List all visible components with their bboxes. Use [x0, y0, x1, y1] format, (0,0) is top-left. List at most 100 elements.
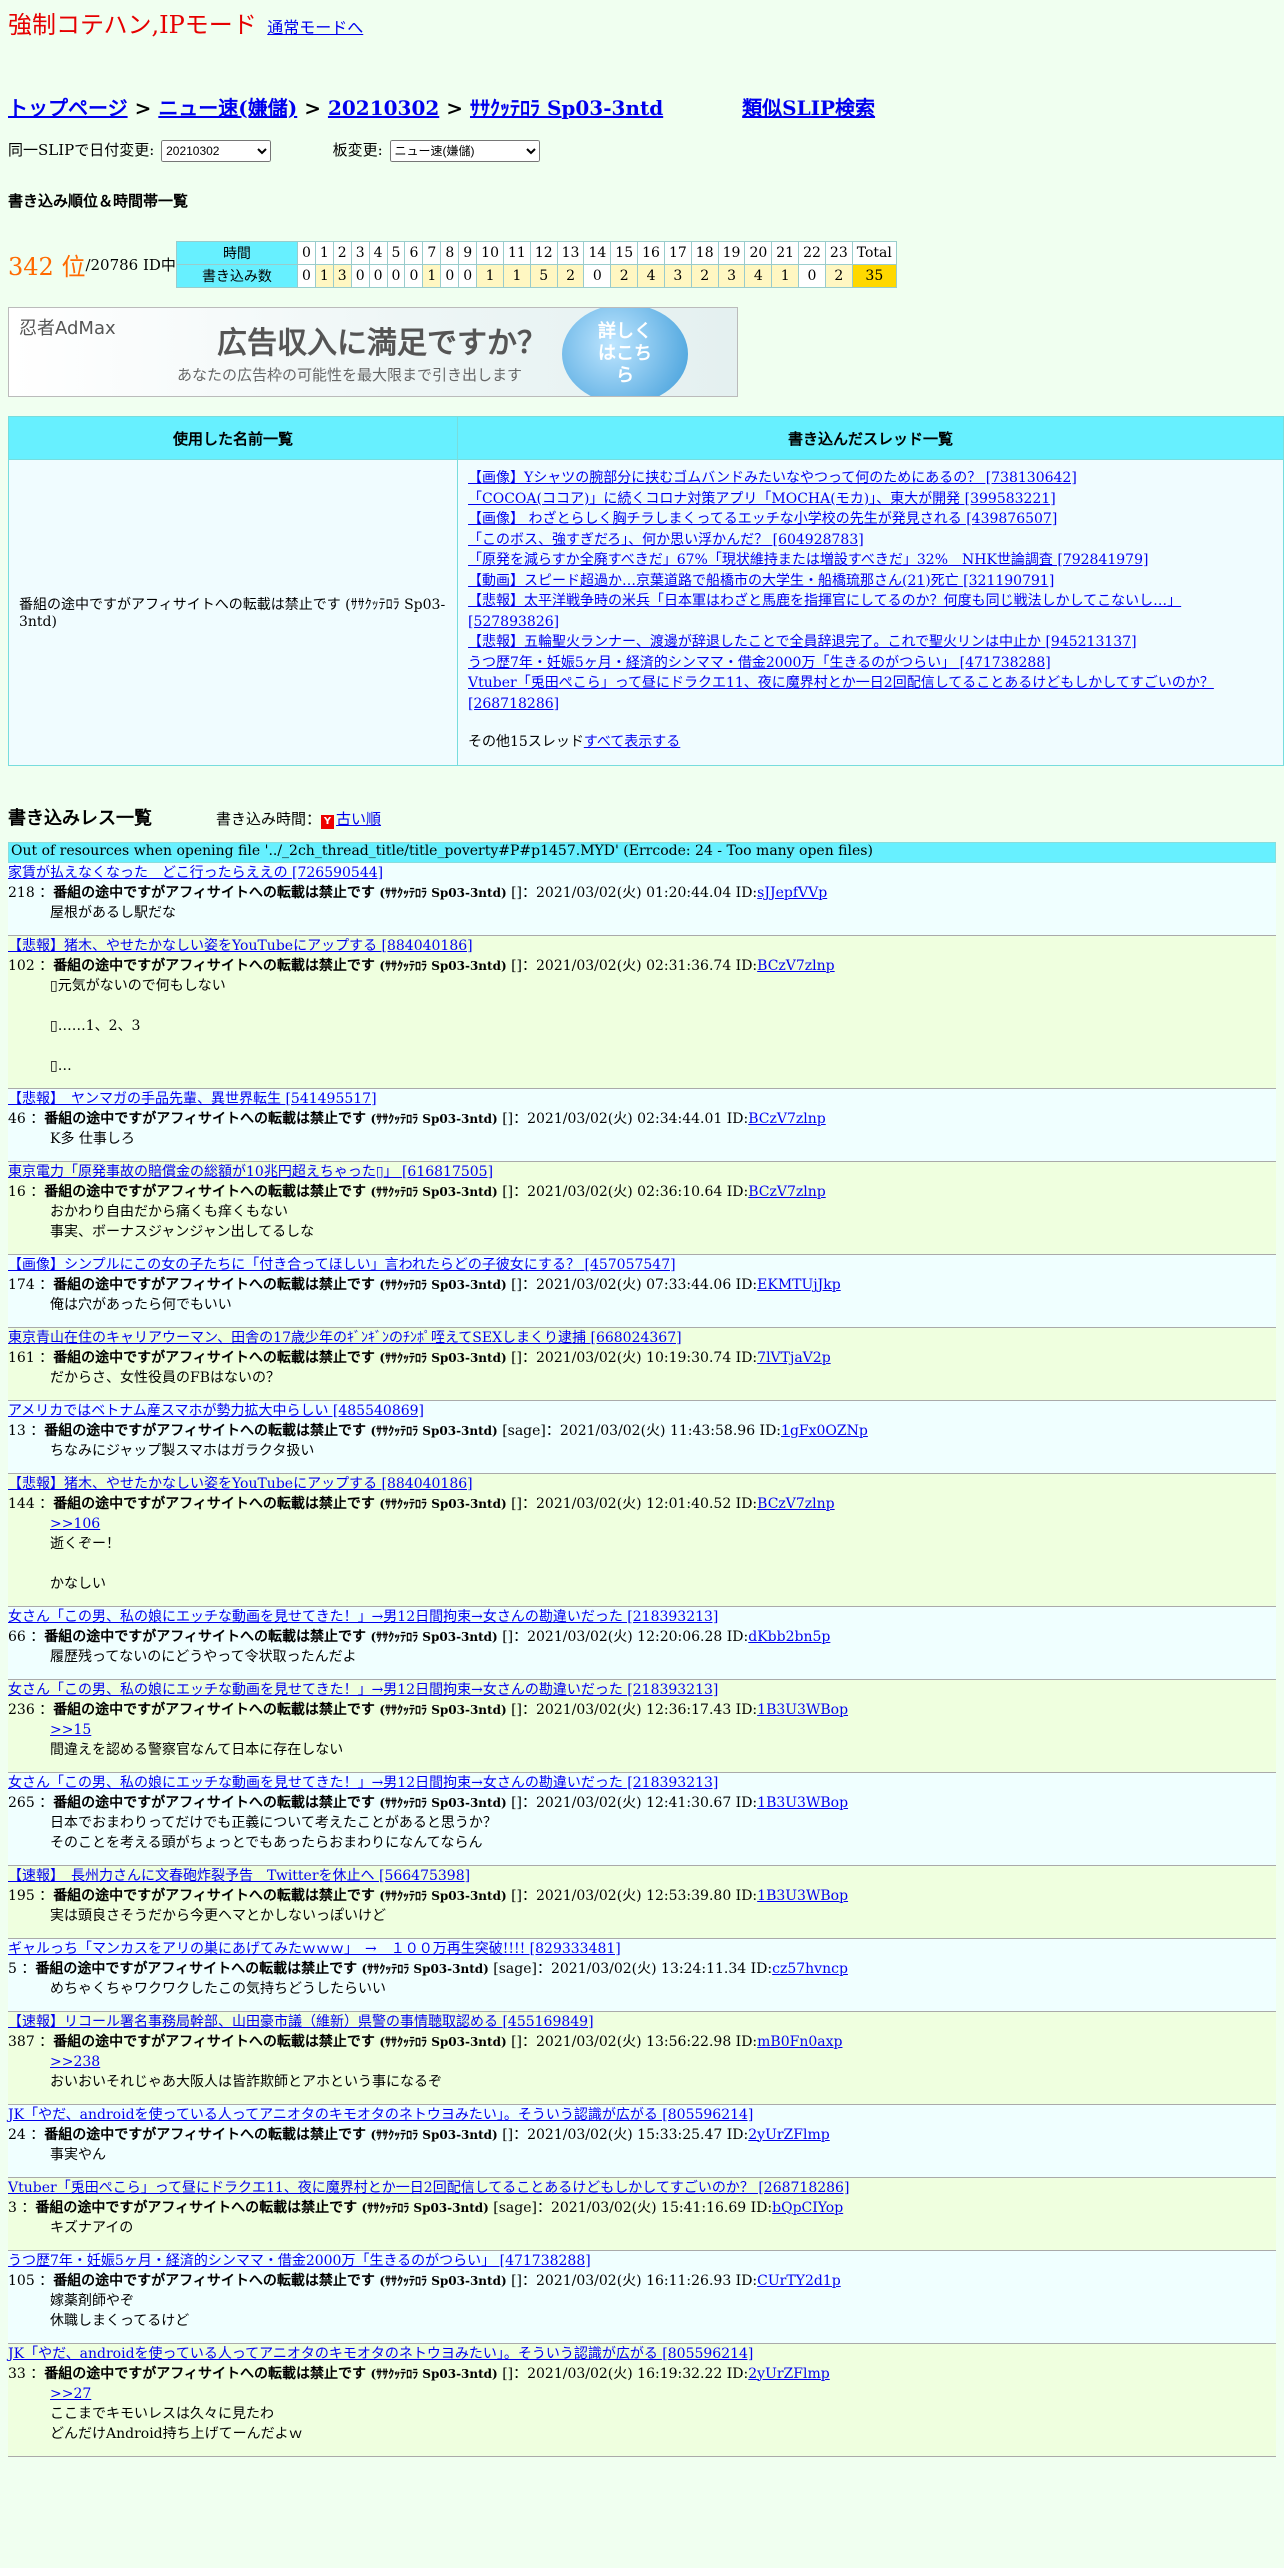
post-body: めちゃくちゃワクワクしたこの気持ちどうしたらいい	[50, 1980, 386, 1997]
post-trip: (ｻｻｸｯﾃﾛﾗ Sp03-3ntd)	[379, 958, 507, 973]
count-cell: 2	[824, 264, 853, 288]
post-thread-link[interactable]: 女さん「この男、私の娘にエッチな動画を見せてきた！」→男12日間拘束→女さんの勘…	[8, 1773, 1276, 1793]
post-thread-link[interactable]: Vtuber「兎田ぺこら」って昼にドラクエ11、夜に魔界村とか一日2回配信してる…	[8, 2178, 1276, 2198]
post-id-link[interactable]: EKMTUjJkp	[757, 1277, 841, 1293]
post-id-link[interactable]: BCzV7zlnp	[748, 1111, 826, 1127]
post-id-link[interactable]: cz57hvncp	[772, 1961, 848, 1977]
post-id-link[interactable]: 2yUrZFlmp	[748, 2366, 829, 2382]
post-id-link[interactable]: 2yUrZFlmp	[748, 2127, 829, 2143]
post-thread-link[interactable]: 【悲報】 ヤンマガの手品先輩、異世界転生 [541495517]	[8, 1089, 1276, 1109]
breadcrumb-board[interactable]: ニュー速(嫌儲)	[158, 96, 297, 120]
post-anchor-link[interactable]: >>238	[50, 2054, 100, 2070]
post-thread-link[interactable]: アメリカではベトナム産スマホが勢力拡大中らしい [485540869]	[8, 1401, 1276, 1421]
post-thread-link[interactable]: 女さん「この男、私の娘にエッチな動画を見せてきた！」→男12日間拘束→女さんの勘…	[8, 1680, 1276, 1700]
post-number: 102	[8, 957, 35, 974]
post-header: 195 ：番組の途中ですがアフィサイトへの転載は禁止です (ｻｻｸｯﾃﾛﾗ Sp…	[8, 1887, 849, 1904]
post-id-link[interactable]: 1B3U3WBop	[757, 1795, 848, 1811]
post-anchor-link[interactable]: >>27	[50, 2386, 91, 2402]
breadcrumb-slip[interactable]: ｻｻｸｯﾃﾛﾗ Sp03-3ntd	[470, 96, 663, 120]
post-anchor-link[interactable]: >>106	[50, 1516, 100, 1532]
count-cell: 1	[502, 264, 531, 288]
hour-cell: 14	[583, 241, 612, 265]
ad-details-button[interactable]: 詳しくはこちら	[562, 308, 688, 396]
hour-cell: 9	[458, 241, 478, 265]
post-thread-link[interactable]: 女さん「この男、私の娘にエッチな動画を見せてきた！」→男12日間拘束→女さんの勘…	[8, 1607, 1276, 1627]
post-body: 屋根があるし駅だな	[50, 904, 176, 921]
count-cell: 1	[476, 264, 504, 288]
post-thread-link[interactable]: 【悲報】猪木、やせたかなしい姿をYouTubeにアップする [884040186…	[8, 1474, 1276, 1494]
hour-cell: 16	[637, 241, 665, 265]
post-body: K多 仕事しろ	[50, 1130, 135, 1147]
post-thread-link[interactable]: JK「やだ、androidを使っている人ってアニオタのキモオタのネトウヨみたい」…	[8, 2105, 1276, 2125]
post-meta: []：2021/03/02(火) 15:33:25.47 ID:	[502, 2126, 749, 2143]
date-select[interactable]: 20210302	[161, 140, 272, 162]
thread-link[interactable]: 【動画】スピード超過か…京葉道路で船橋市の大学生・船橋琉那さん(21)死亡 [3…	[468, 573, 1054, 589]
normal-mode-link[interactable]: 通常モードへ	[267, 18, 363, 37]
breadcrumb-separator: >	[446, 96, 464, 120]
thread-link[interactable]: 【悲報】太平洋戦争時の米兵「日本軍はわざと馬鹿を指揮官にしてるのか？何度も同じ戦…	[468, 593, 1181, 630]
post-thread-link[interactable]: ギャルっち「マンカスをアリの巣にあげてみたｗｗｗ」 → １００万再生突破!!!!…	[8, 1939, 1276, 1959]
post-id-link[interactable]: 7lVTjaV2p	[757, 1350, 831, 1366]
thread-link[interactable]: 【画像】Yシャツの腕部分に挟むゴムバンドみたいなやつって何のためにあるの？ [7…	[468, 470, 1077, 486]
hour-cell: 12	[529, 241, 558, 265]
show-all-threads-link[interactable]: すべて表示する	[584, 734, 680, 750]
post-list: 家賃が払えなくなった どこ行ったらええの [726590544] 218 ：番組の…	[8, 862, 1276, 2457]
post-body: 逝くぞー！ かなしい	[50, 1535, 120, 1592]
post-trip: (ｻｻｸｯﾃﾛﾗ Sp03-3ntd)	[361, 1961, 489, 1976]
post-thread-link[interactable]: 【速報】リコール署名事務局幹部、山田豪市議（維新）県警の事情聴取認める [455…	[8, 2012, 1276, 2032]
thread-link[interactable]: 「COCOA(ココア)」に続くコロナ対策アプリ「MOCHA(モカ)」、東大が開発…	[468, 491, 1056, 507]
ad-banner[interactable]: 忍者AdMax 広告収入に満足ですか？ あなたの広告枠の可能性を最大限まで引き出…	[8, 307, 738, 397]
post-anchor-link[interactable]: >>15	[50, 1722, 91, 1738]
post-id-link[interactable]: BCzV7zlnp	[757, 958, 835, 974]
oldest-first-link[interactable]: 古い順	[336, 810, 381, 828]
thread-link[interactable]: うつ歴7年・妊娠5ヶ月・経済的シンママ・借金2000万「生きるのがつらい」 [4…	[468, 655, 1051, 671]
thread-link[interactable]: 「原発を減らすか全廃すべきだ」67%「現状維持または増設すべきだ」32% NHK…	[468, 552, 1148, 568]
post-thread-link[interactable]: うつ歴7年・妊娠5ヶ月・経済的シンママ・借金2000万「生きるのがつらい」 [4…	[8, 2251, 1276, 2271]
board-select[interactable]: ニュー速(嫌儲)	[389, 140, 540, 162]
post-trip: (ｻｻｸｯﾃﾛﾗ Sp03-3ntd)	[370, 1111, 498, 1126]
post-thread-link[interactable]: 東京青山在住のキャリアウーマン、田舎の17歳少年のｷﾞﾝｷﾞﾝのﾁﾝﾎﾟ咥えてS…	[8, 1328, 1276, 1348]
post-id-link[interactable]: 1B3U3WBop	[757, 1888, 848, 1904]
post-item: 【速報】リコール署名事務局幹部、山田豪市議（維新）県警の事情聴取認める [455…	[8, 2011, 1276, 2105]
post-id-link[interactable]: BCzV7zlnp	[757, 1496, 835, 1512]
post-trip: (ｻｻｸｯﾃﾛﾗ Sp03-3ntd)	[379, 2273, 507, 2288]
post-thread-link[interactable]: 【画像】シンプルにこの女の子たちに「付き合ってほしい」言われたらどの子彼女にする…	[8, 1255, 1276, 1275]
hour-cell: 0	[296, 241, 316, 265]
post-name: 番組の途中ですがアフィサイトへの転載は禁止です	[53, 1701, 375, 1718]
post-id-link[interactable]: mB0Fn0axp	[757, 2034, 842, 2050]
count-label: 書き込み数	[175, 264, 298, 288]
post-trip: (ｻｻｸｯﾃﾛﾗ Sp03-3ntd)	[379, 1350, 507, 1365]
post-name: 番組の途中ですがアフィサイトへの転載は禁止です	[44, 1422, 366, 1439]
post-thread-link[interactable]: 家賃が払えなくなった どこ行ったらええの [726590544]	[8, 863, 1276, 883]
post-item: 女さん「この男、私の娘にエッチな動画を見せてきた！」→男12日間拘束→女さんの勘…	[8, 1772, 1276, 1866]
thread-link[interactable]: 「このボス、強すぎだろ」、何か思い浮かんだ？ [604928783]	[468, 532, 864, 548]
post-id-link[interactable]: 1B3U3WBop	[757, 1702, 848, 1718]
post-id-link[interactable]: BCzV7zlnp	[748, 1184, 826, 1200]
sort-order: 書き込み時間： Y 古い順	[216, 809, 382, 829]
hour-cell: 2	[332, 241, 352, 265]
post-thread-link[interactable]: 東京電力「原発事故の賠償金の総額が10兆円超えちゃった▯」 [616817505…	[8, 1162, 1276, 1182]
post-thread-link[interactable]: JK「やだ、androidを使っている人ってアニオタのキモオタのネトウヨみたい」…	[8, 2344, 1276, 2364]
thread-link[interactable]: 【悲報】五輪聖火ランナー、渡邊が辞退したことで全員辞退完了。これで聖火リンは中止…	[468, 634, 1137, 650]
breadcrumb-top[interactable]: トップページ	[8, 96, 128, 120]
post-name: 番組の途中ですがアフィサイトへの転載は禁止です	[53, 1495, 375, 1512]
post-body: 間違えを認める警察官なんて日本に存在しない	[50, 1741, 344, 1758]
post-id-link[interactable]: bQpCIYop	[772, 2200, 843, 2216]
rank-total: /20786 ID中	[85, 256, 176, 274]
thread-link[interactable]: 【画像】 わざとらしく胸チラしまくってるエッチな小学校の先生が発見される [43…	[468, 511, 1057, 527]
post-id-link[interactable]: dKbb2bn5p	[748, 1629, 830, 1645]
thread-link[interactable]: Vtuber「兎田ぺこら」って昼にドラクエ11、夜に魔界村とか一日2回配信してる…	[468, 675, 1214, 712]
similar-slip-search-link[interactable]: 類似SLIP検索	[742, 96, 875, 120]
breadcrumb-date[interactable]: 20210302	[328, 96, 439, 120]
post-thread-link[interactable]: 【悲報】猪木、やせたかなしい姿をYouTubeにアップする [884040186…	[8, 936, 1276, 956]
breadcrumb-separator: >	[134, 96, 152, 120]
post-number: 195	[8, 1887, 35, 1904]
post-id-link[interactable]: 1gFx0OZNp	[781, 1423, 868, 1439]
post-number: 33	[8, 2365, 26, 2382]
post-thread-link[interactable]: 【速報】 長州力さんに文春砲炸裂予告 Twitterを休止へ [56647539…	[8, 1866, 1276, 1886]
post-id-link[interactable]: sJJepfVVp	[757, 885, 827, 901]
post-id-link[interactable]: CUrTY2d1p	[757, 2273, 841, 2289]
hour-cell: 13	[556, 241, 585, 265]
count-cell: 0	[368, 264, 388, 288]
selectors: 同一SLIPで日付変更: 20210302 板変更: ニュー速(嫌儲)	[8, 139, 1276, 162]
